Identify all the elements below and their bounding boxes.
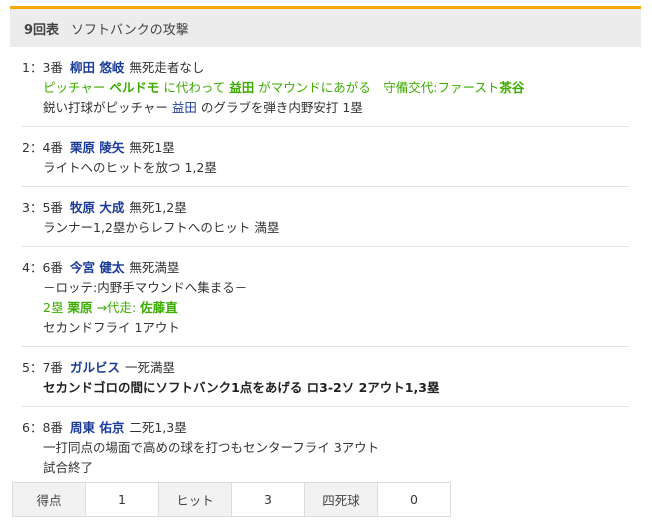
- batter-order: 1：3番: [22, 60, 63, 75]
- stats-row: 得点 1 ヒット 3 四死球 0: [12, 482, 451, 517]
- inning-label: 9回表: [24, 22, 60, 38]
- play-result: 鋭い打球がピッチャー 益田 のグラブを弾き内野安打 1塁: [22, 98, 629, 118]
- situation: 一死満塁: [125, 360, 176, 375]
- sub-player: 益田: [229, 80, 255, 95]
- play-list: 1：3番 柳田 悠岐 無死走者なし ピッチャー ペルドモ に代わって 益田 がマウン…: [10, 47, 641, 486]
- runs-label: 得点: [12, 482, 86, 517]
- batter-order: 6：8番: [22, 420, 63, 435]
- scoring-play-result: セカンドゴロの間にソフトバンク1点をあげる ロ3-2ソ 2アウト1,3塁: [43, 380, 440, 395]
- situation: 二死1,3塁: [129, 420, 187, 435]
- sub-text: ピッチャー: [43, 80, 106, 95]
- situation: 無死1,2塁: [129, 200, 187, 215]
- hits-label: ヒット: [158, 482, 232, 517]
- play-item: 2：4番 栗原 陵矢 無死1塁 ライトへのヒットを放つ 1,2塁: [22, 127, 629, 187]
- sub-player: 茶谷: [499, 80, 525, 95]
- sub-player: 佐藤直: [140, 300, 178, 315]
- inning-header: 9回表 ソフトバンクの攻撃: [10, 9, 641, 47]
- play-note: －ロッテ:内野手マウンドへ集まる－: [43, 280, 248, 295]
- batter-order: 4：6番: [22, 260, 63, 275]
- batter-name[interactable]: 今宮 健太: [70, 260, 124, 275]
- situation: 無死1塁: [129, 140, 175, 155]
- batter-name[interactable]: 栗原 陵矢: [70, 140, 124, 155]
- batter-name[interactable]: 牧原 大成: [70, 200, 124, 215]
- sub-player: ペルドモ: [109, 80, 160, 95]
- play-result: ライトへのヒットを放つ 1,2塁: [43, 160, 217, 175]
- walks-value: 0: [377, 482, 451, 517]
- runs-value: 1: [85, 482, 159, 517]
- play-result: ランナー1,2塁からレフトへのヒット 満塁: [43, 220, 280, 235]
- pinch-runner-note: 2塁 栗原 →代走: 佐藤直: [22, 298, 629, 318]
- batter-order: 5：7番: [22, 360, 63, 375]
- batter-name[interactable]: ガルビス: [70, 360, 120, 375]
- play-item: 5：7番 ガルビス 一死満塁 セカンドゴロの間にソフトバンク1点をあげる ロ3-2ソ…: [22, 347, 629, 407]
- hits-value: 3: [231, 482, 305, 517]
- pitcher-name[interactable]: 益田: [172, 100, 197, 115]
- batter-name[interactable]: 周東 佑京: [70, 420, 124, 435]
- sub-text: 2塁: [43, 300, 64, 315]
- play-item: 4：6番 今宮 健太 無死満塁 －ロッテ:内野手マウンドへ集まる－ 2塁 栗原 →代…: [22, 247, 629, 347]
- batter-order: 3：5番: [22, 200, 63, 215]
- result-text: 鋭い打球がピッチャー: [43, 100, 168, 115]
- sub-text: に代わって: [163, 80, 226, 95]
- inning-stats-table: 得点 1 ヒット 3 四死球 0: [12, 482, 451, 517]
- play-result: セカンドフライ 1アウト: [43, 320, 180, 335]
- situation: 無死走者なし: [129, 60, 205, 75]
- batter-order: 2：4番: [22, 140, 63, 155]
- inning-title: ソフトバンクの攻撃: [71, 22, 189, 38]
- play-result: 一打同点の場面で高めの球を打つもセンターフライ 3アウト: [43, 440, 380, 455]
- play-item: 3：5番 牧原 大成 無死1,2塁 ランナー1,2塁からレフトへのヒット 満塁: [22, 187, 629, 247]
- game-end: 試合終了: [43, 460, 94, 475]
- situation: 無死満塁: [129, 260, 180, 275]
- sub-player: 栗原: [67, 300, 93, 315]
- sub-text: →代走:: [96, 300, 137, 315]
- sub-text: がマウンドにあがる 守備交代:ファースト: [258, 80, 500, 95]
- play-item: 1：3番 柳田 悠岐 無死走者なし ピッチャー ペルドモ に代わって 益田 がマウン…: [22, 47, 629, 127]
- result-text: のグラブを弾き内野安打 1塁: [200, 100, 363, 115]
- walks-label: 四死球: [304, 482, 378, 517]
- batter-name[interactable]: 柳田 悠岐: [70, 60, 124, 75]
- substitution-note: ピッチャー ペルドモ に代わって 益田 がマウンドにあがる 守備交代:ファースト…: [22, 78, 629, 98]
- inning-panel: 9回表 ソフトバンクの攻撃 1：3番 柳田 悠岐 無死走者なし ピッチャー ペルドモ…: [10, 6, 641, 486]
- play-item: 6：8番 周東 佑京 二死1,3塁 一打同点の場面で高めの球を打つもセンターフライ …: [22, 407, 629, 486]
